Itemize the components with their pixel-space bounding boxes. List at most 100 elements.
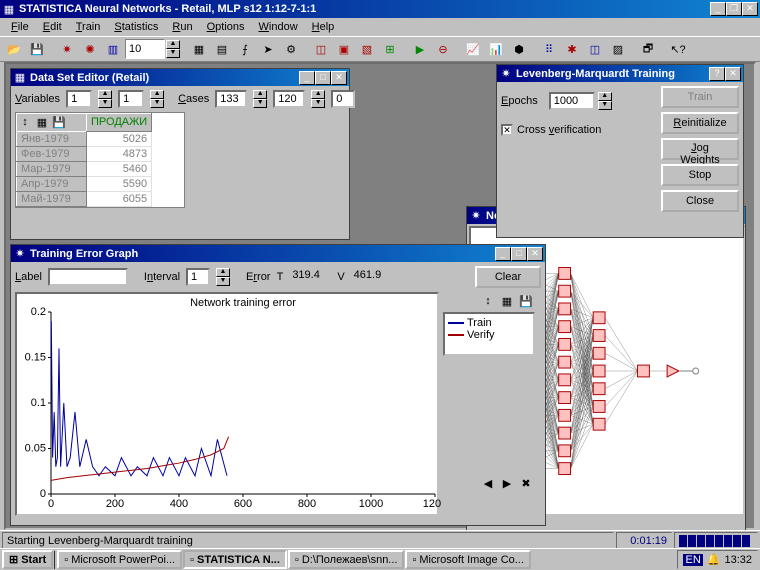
tb-stop-icon[interactable]: ⊖ xyxy=(432,38,454,60)
grid-btn3-icon[interactable]: 💾 xyxy=(51,114,68,131)
cell[interactable]: 6055 xyxy=(87,191,152,206)
var1-up[interactable]: ▲ xyxy=(98,90,112,99)
tb-arrow-icon[interactable]: ➤ xyxy=(257,38,279,60)
grid-btn1-icon[interactable]: ↕ xyxy=(17,114,34,131)
tb-net3-icon[interactable]: ▥ xyxy=(102,38,124,60)
var1-down[interactable]: ▼ xyxy=(98,99,112,108)
c1-down[interactable]: ▼ xyxy=(253,99,267,108)
case2-input[interactable] xyxy=(273,90,305,108)
train-button[interactable]: Train xyxy=(661,86,739,108)
nav-right-icon[interactable]: ▶ xyxy=(498,474,516,492)
menu-help[interactable]: Help xyxy=(305,20,342,34)
epochs-input[interactable] xyxy=(549,92,595,110)
tb-grid-icon[interactable]: ▦ xyxy=(188,38,210,60)
taskbar-task[interactable]: ▫Microsoft Image Co... xyxy=(405,550,530,569)
tb-scatter-icon[interactable]: ⠿ xyxy=(538,38,560,60)
tb-red3-icon[interactable]: ▧ xyxy=(356,38,378,60)
menu-statistics[interactable]: Statistics xyxy=(107,20,165,34)
chart-tool1-icon[interactable]: ↕ xyxy=(479,292,497,310)
int-down[interactable]: ▼ xyxy=(216,277,230,286)
c2-down[interactable]: ▼ xyxy=(311,99,325,108)
c2-up[interactable]: ▲ xyxy=(311,90,325,99)
tb-net-icon[interactable]: ✱ xyxy=(561,38,583,60)
lm-help-button[interactable]: ? xyxy=(709,67,725,81)
tb-save-icon[interactable]: 💾 xyxy=(26,38,48,60)
tb-tool-icon[interactable]: ⚙ xyxy=(280,38,302,60)
eg-close-button[interactable]: ✕ xyxy=(527,247,543,261)
combo-up[interactable]: ▲ xyxy=(166,40,180,49)
jog-button[interactable]: Jog Weights xyxy=(661,138,739,160)
row-header[interactable]: Май-1979 xyxy=(17,191,87,206)
tb-red1-icon[interactable]: ◫ xyxy=(310,38,332,60)
cell[interactable]: 4873 xyxy=(87,146,152,161)
nav-left-icon[interactable]: ◀ xyxy=(479,474,497,492)
cell[interactable]: 5590 xyxy=(87,176,152,191)
row-header[interactable]: Мар-1979 xyxy=(17,161,87,176)
row-header[interactable]: Фев-1979 xyxy=(17,146,87,161)
taskbar-task[interactable]: ▫D:\Полежаев\snn... xyxy=(288,550,405,569)
lang-indicator[interactable]: EN xyxy=(683,554,702,566)
start-button[interactable]: ⊞Start xyxy=(2,550,53,569)
ds-min-button[interactable]: _ xyxy=(299,71,315,85)
tb-chart2-icon[interactable]: 📊 xyxy=(485,38,507,60)
menu-window[interactable]: Window xyxy=(252,20,305,34)
tb-plot-icon[interactable]: ◫ xyxy=(584,38,606,60)
chart-tool2-icon[interactable]: ▦ xyxy=(498,292,516,310)
label-input[interactable] xyxy=(48,268,128,286)
tb-red2-icon[interactable]: ▣ xyxy=(333,38,355,60)
menu-edit[interactable]: Edit xyxy=(36,20,69,34)
tb-play-icon[interactable]: ▶ xyxy=(409,38,431,60)
ep-down[interactable]: ▼ xyxy=(598,101,612,110)
int-up[interactable]: ▲ xyxy=(216,268,230,277)
tray-icon[interactable]: 🔔 xyxy=(707,553,721,566)
ds-close-button[interactable]: ✕ xyxy=(331,71,347,85)
chart-tool3-icon[interactable]: 💾 xyxy=(517,292,535,310)
tb-help-icon[interactable]: ↖? xyxy=(667,38,689,60)
tb-net2-icon[interactable]: ✺ xyxy=(79,38,101,60)
minimize-button[interactable]: _ xyxy=(710,2,726,16)
reinit-button[interactable]: Reinitialize xyxy=(661,112,739,134)
clear-button[interactable]: Clear xyxy=(475,266,541,288)
cell[interactable]: 5026 xyxy=(87,131,152,146)
tb-grid2-icon[interactable]: ▤ xyxy=(211,38,233,60)
var2-down[interactable]: ▼ xyxy=(150,99,164,108)
var1-input[interactable] xyxy=(66,90,92,108)
ep-up[interactable]: ▲ xyxy=(598,92,612,101)
stop-button[interactable]: Stop xyxy=(661,164,739,186)
row-header[interactable]: Апр-1979 xyxy=(17,176,87,191)
grid-btn2-icon[interactable]: ▦ xyxy=(34,114,51,131)
taskbar-task[interactable]: ▫Microsoft PowerPoi... xyxy=(57,550,182,569)
tb-net1-icon[interactable]: ✷ xyxy=(56,38,78,60)
col-header[interactable]: ПРОДАЖИ xyxy=(87,114,152,132)
var2-input[interactable] xyxy=(118,90,144,108)
close-button[interactable]: ✕ xyxy=(742,2,758,16)
cell[interactable]: 5460 xyxy=(87,161,152,176)
tb-tree-icon[interactable]: ⊞ xyxy=(379,38,401,60)
menu-train[interactable]: Train xyxy=(69,20,108,34)
tb-chart3-icon[interactable]: ⬢ xyxy=(508,38,530,60)
c1-up[interactable]: ▲ xyxy=(253,90,267,99)
menu-file[interactable]: File xyxy=(4,20,36,34)
interval-input[interactable] xyxy=(186,268,210,286)
eg-max-button[interactable]: □ xyxy=(511,247,527,261)
tb-open-icon[interactable]: 📂 xyxy=(3,38,25,60)
tb-window-icon[interactable]: 🗗 xyxy=(637,38,659,60)
menu-run[interactable]: Run xyxy=(165,20,199,34)
nav-x-icon[interactable]: ✖ xyxy=(517,474,535,492)
case3-input[interactable] xyxy=(331,90,355,108)
maximize-button[interactable]: ❐ xyxy=(726,2,742,16)
taskbar-task[interactable]: ▫STATISTICA N... xyxy=(183,550,287,569)
eg-min-button[interactable]: _ xyxy=(495,247,511,261)
row-header[interactable]: Янв-1979 xyxy=(17,131,87,146)
tb-plot2-icon[interactable]: ▨ xyxy=(607,38,629,60)
dlg-close-button[interactable]: Close xyxy=(661,190,739,212)
lm-close-button[interactable]: ✕ xyxy=(725,67,741,81)
combo-down[interactable]: ▼ xyxy=(166,49,180,58)
var2-up[interactable]: ▲ xyxy=(150,90,164,99)
toolbar-combo[interactable] xyxy=(125,39,165,59)
case1-input[interactable] xyxy=(215,90,247,108)
ds-max-button[interactable]: □ xyxy=(315,71,331,85)
tb-chart1-icon[interactable]: 📈 xyxy=(462,38,484,60)
tb-func-icon[interactable]: ⨍ xyxy=(234,38,256,60)
menu-options[interactable]: Options xyxy=(200,20,252,34)
